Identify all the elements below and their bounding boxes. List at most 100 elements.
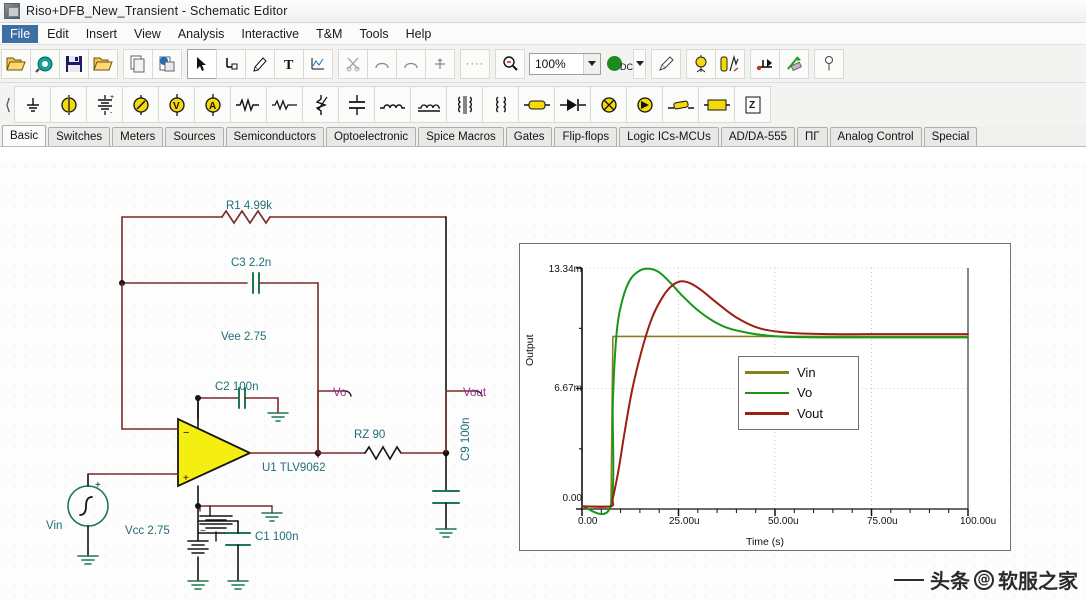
schematic-label-c9: C9 100n xyxy=(460,417,472,461)
plot-legend: Vin Vo Vout xyxy=(738,356,859,430)
tab-ad-da-555[interactable]: AD/DA-555 xyxy=(720,127,796,146)
diode-icon[interactable] xyxy=(554,86,591,123)
open-recent-icon[interactable] xyxy=(88,48,118,79)
transformer-icon[interactable] xyxy=(446,86,483,123)
menu-insert[interactable]: Insert xyxy=(78,25,125,43)
ac-analysis-icon[interactable] xyxy=(715,48,745,79)
legend-label-vo: Vo xyxy=(797,385,813,401)
voltage-source-icon[interactable] xyxy=(50,86,87,123)
main-toolbar: T ···· 100% DC xyxy=(0,45,1086,83)
legend-swatch-vo xyxy=(745,391,789,395)
svg-text:+: + xyxy=(183,473,189,484)
fuse-icon[interactable] xyxy=(518,86,555,123)
variable-resistor-icon[interactable] xyxy=(302,86,339,123)
undo-icon[interactable] xyxy=(367,48,397,79)
tab-sources[interactable]: Sources xyxy=(165,127,224,146)
switch-icon[interactable] xyxy=(662,86,699,123)
svg-text:−: − xyxy=(183,427,189,439)
svg-text:V: V xyxy=(173,101,180,112)
select-pointer-icon[interactable] xyxy=(187,48,217,79)
voltmeter-icon[interactable]: V xyxy=(158,86,195,123)
legend-label-vin: Vin xyxy=(797,364,816,380)
move-node-icon[interactable] xyxy=(216,48,246,79)
tab-special[interactable]: Special xyxy=(923,127,978,146)
zoom-dropdown-arrow[interactable] xyxy=(583,53,600,74)
legend-swatch-vin xyxy=(745,371,789,374)
battery-icon[interactable]: + - xyxy=(86,86,123,123)
tab-switches[interactable]: Switches xyxy=(48,127,111,146)
potentiometer-icon[interactable] xyxy=(266,86,303,123)
draw-wire-icon[interactable] xyxy=(245,48,275,79)
dc-analysis-icon[interactable] xyxy=(686,48,716,79)
tab-analog-control[interactable]: Analog Control xyxy=(829,127,922,146)
open-icon[interactable] xyxy=(1,48,31,79)
choke-icon[interactable] xyxy=(482,86,519,123)
plot-inner: Output Time (s) 13.34m 6.67m 0.00 0.00 2… xyxy=(520,244,1010,550)
resistor-icon[interactable] xyxy=(230,86,267,123)
schematic-label-c1: C1 100n xyxy=(255,531,299,543)
new-design-icon[interactable] xyxy=(30,48,60,79)
tab-basic[interactable]: Basic xyxy=(2,125,47,146)
coupled-inductor-icon[interactable] xyxy=(410,86,447,123)
svg-text:−: − xyxy=(200,526,206,537)
save-icon[interactable] xyxy=(59,48,89,79)
tab-meters[interactable]: Meters xyxy=(112,127,164,146)
svg-text:+: + xyxy=(110,94,114,101)
schematic-label-rz: RZ 90 xyxy=(354,429,386,441)
menu-help[interactable]: Help xyxy=(398,25,440,43)
menu-view[interactable]: View xyxy=(126,25,169,43)
ground-icon[interactable] xyxy=(14,86,51,123)
app-icon xyxy=(4,3,20,19)
node-label-icon[interactable] xyxy=(814,48,844,79)
legend-row-vin: Vin xyxy=(745,362,852,382)
menu-tm[interactable]: T&M xyxy=(308,25,350,43)
run-simulation-icon[interactable] xyxy=(779,48,809,79)
schematic-label-vcc: Vcc 2.75 xyxy=(125,525,170,537)
add-node-icon[interactable] xyxy=(425,48,455,79)
current-source-icon[interactable] xyxy=(122,86,159,123)
menu-bar: File Edit Insert View Analysis Interacti… xyxy=(0,23,1086,45)
dc-source-button[interactable]: DC xyxy=(607,56,633,72)
title-bar: Riso+DFB_New_Transient - Schematic Edito… xyxy=(0,0,1086,23)
tab-semiconductors[interactable]: Semiconductors xyxy=(225,127,324,146)
tab-logic-ics-mcus[interactable]: Logic ICs-MCUs xyxy=(619,127,719,146)
svg-text:+: + xyxy=(95,480,101,491)
zener-icon[interactable] xyxy=(626,86,663,123)
tab-pg[interactable]: ПГ xyxy=(797,127,828,146)
probe-icon[interactable] xyxy=(651,48,681,79)
application-window: Riso+DFB_New_Transient - Schematic Edito… xyxy=(0,0,1086,600)
graph-tool-icon[interactable] xyxy=(303,48,333,79)
palette-scroll-left-icon[interactable]: ⟨ xyxy=(1,85,15,124)
capacitor-icon[interactable] xyxy=(338,86,375,123)
menu-tools[interactable]: Tools xyxy=(351,25,396,43)
copy-icon[interactable] xyxy=(123,48,153,79)
watermark: 头条 @ 软服之家 xyxy=(894,565,1078,594)
inductor-icon[interactable] xyxy=(374,86,411,123)
schematic-canvas[interactable]: − + + − R1 4.99k C3 2.2n Vee 2.75 C2 100… xyxy=(0,161,1086,600)
ammeter-icon[interactable]: A xyxy=(194,86,231,123)
zoom-level-combobox[interactable]: 100% xyxy=(529,52,601,75)
menu-file[interactable]: File xyxy=(2,24,39,43)
redo-icon[interactable] xyxy=(396,48,426,79)
crossed-circle-icon[interactable] xyxy=(590,86,627,123)
transient-analysis-icon[interactable] xyxy=(750,48,780,79)
schematic-label-vout: Vout xyxy=(463,387,487,399)
tab-optoelectronic[interactable]: Optoelectronic xyxy=(325,127,417,146)
zoom-out-icon[interactable] xyxy=(495,48,525,79)
menu-interactive[interactable]: Interactive xyxy=(233,25,307,43)
tab-gates[interactable]: Gates xyxy=(505,127,553,146)
more-tools-icon[interactable]: ···· xyxy=(460,48,490,79)
legend-swatch-vout xyxy=(745,412,789,415)
text-tool-icon[interactable]: T xyxy=(274,48,304,79)
component-category-tabs: Basic Switches Meters Sources Semiconduc… xyxy=(0,125,1086,147)
transient-plot-window[interactable]: Output Time (s) 13.34m 6.67m 0.00 0.00 2… xyxy=(519,243,1011,551)
menu-analysis[interactable]: Analysis xyxy=(170,25,233,43)
menu-edit[interactable]: Edit xyxy=(39,25,77,43)
paste-icon[interactable] xyxy=(152,48,182,79)
tab-spice-macros[interactable]: Spice Macros xyxy=(418,127,504,146)
tab-flip-flops[interactable]: Flip-flops xyxy=(554,127,618,146)
relay-icon[interactable] xyxy=(698,86,735,123)
dc-dropdown-arrow[interactable] xyxy=(633,48,646,79)
cut-icon[interactable] xyxy=(338,48,368,79)
impedance-icon[interactable]: Z xyxy=(734,86,771,123)
